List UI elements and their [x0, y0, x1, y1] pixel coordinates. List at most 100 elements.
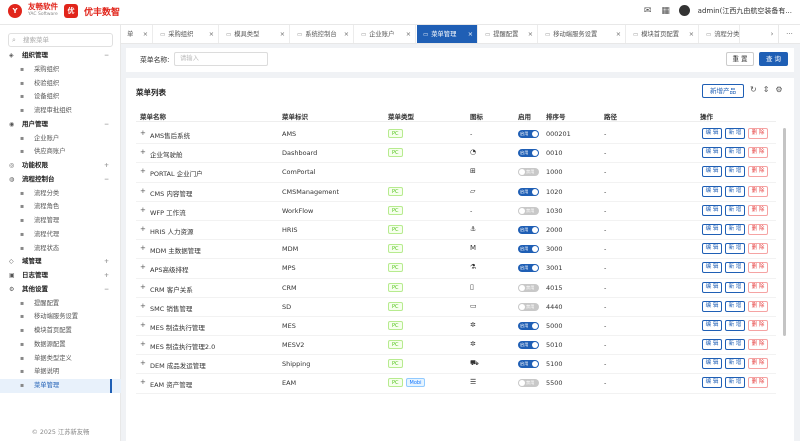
tab-item[interactable]: ▭ 移动端服务设置 ×: [539, 25, 626, 43]
enabled-toggle[interactable]: 启用: [518, 264, 539, 273]
sidebar-item[interactable]: ▪ 单据类型定义: [0, 352, 121, 366]
settings-icon[interactable]: ⚙: [775, 85, 782, 94]
delete-button[interactable]: 删 除: [748, 319, 768, 331]
edit-button[interactable]: 编 辑: [702, 377, 722, 389]
sidebar-item[interactable]: ▪ 移动端服务设置: [0, 310, 121, 324]
delete-button[interactable]: 删 除: [748, 300, 768, 312]
reset-button[interactable]: 重 置: [726, 52, 754, 66]
sidebar-group[interactable]: ◇ 域管理 +: [0, 255, 121, 269]
tab-item[interactable]: ▭ 流程分类: [700, 25, 740, 43]
tab-item[interactable]: ▭ 提醒配置 ×: [479, 25, 538, 43]
query-button[interactable]: 查 询: [759, 52, 788, 66]
add-child-button[interactable]: 新 增: [725, 223, 745, 235]
sidebar-item[interactable]: ▪ 流程审批组织: [0, 104, 121, 118]
add-child-button[interactable]: 新 增: [725, 166, 745, 178]
edit-button[interactable]: 编 辑: [702, 243, 722, 255]
sidebar-item[interactable]: ▪ 校验组织: [0, 77, 121, 91]
enabled-toggle[interactable]: 启用: [518, 130, 539, 138]
column-height-icon[interactable]: ⇕: [763, 85, 770, 94]
close-icon[interactable]: ×: [468, 25, 473, 43]
enabled-toggle[interactable]: 启用: [518, 149, 539, 158]
edit-button[interactable]: 编 辑: [702, 281, 722, 293]
add-child-button[interactable]: 新 增: [725, 262, 745, 274]
add-child-button[interactable]: 新 增: [725, 339, 745, 351]
sidebar-item[interactable]: ▪ 模块首页配置: [0, 324, 121, 338]
edit-button[interactable]: 编 辑: [702, 128, 722, 139]
expand-icon[interactable]: +: [140, 206, 146, 214]
delete-button[interactable]: 删 除: [748, 281, 768, 293]
close-icon[interactable]: ×: [689, 25, 694, 43]
tab-item[interactable]: ▭ 模块首页配置 ×: [627, 25, 699, 43]
close-icon[interactable]: ×: [209, 25, 214, 43]
edit-button[interactable]: 编 辑: [702, 204, 722, 216]
expand-icon[interactable]: +: [140, 167, 146, 175]
tab-item[interactable]: ▭ 系统控制台 ×: [291, 25, 354, 43]
sidebar-group[interactable]: ⚙ 其他设置 −: [0, 283, 121, 297]
tab-item[interactable]: ▭ 模具类型 ×: [220, 25, 290, 43]
delete-button[interactable]: 删 除: [748, 204, 768, 216]
expand-icon[interactable]: +: [140, 129, 146, 137]
menu-name-input[interactable]: 请输入: [174, 52, 268, 66]
add-product-button[interactable]: 新增产品: [702, 84, 744, 98]
close-icon[interactable]: ×: [528, 25, 533, 43]
expand-icon[interactable]: +: [140, 302, 146, 310]
more-icon[interactable]: ···: [778, 25, 800, 43]
close-icon[interactable]: ×: [143, 25, 148, 43]
delete-button[interactable]: 删 除: [748, 147, 768, 159]
expand-icon[interactable]: +: [140, 244, 146, 252]
add-child-button[interactable]: 新 增: [725, 243, 745, 255]
sidebar-item[interactable]: ▪ 流程管理: [0, 214, 121, 228]
close-icon[interactable]: ×: [616, 25, 621, 43]
enabled-toggle[interactable]: 启用: [518, 245, 539, 254]
enabled-toggle[interactable]: 启用: [518, 225, 539, 234]
add-child-button[interactable]: 新 增: [725, 300, 745, 312]
tab-item[interactable]: ▭ 菜单管理 ×: [417, 25, 478, 43]
delete-button[interactable]: 删 除: [748, 377, 768, 389]
sidebar-item[interactable]: ▪ 提醒配置: [0, 297, 121, 311]
sidebar-item[interactable]: ▪ 采购组织: [0, 63, 121, 77]
close-icon[interactable]: ×: [280, 25, 285, 43]
sidebar-item[interactable]: ▪ 流程状态: [0, 242, 121, 256]
sidebar-item[interactable]: ▪ 单据说明: [0, 365, 121, 379]
delete-button[interactable]: 删 除: [748, 243, 768, 255]
add-child-button[interactable]: 新 增: [725, 128, 745, 139]
delete-button[interactable]: 删 除: [748, 128, 768, 139]
edit-button[interactable]: 编 辑: [702, 223, 722, 235]
sidebar-group[interactable]: ◉ 用户管理 −: [0, 118, 121, 132]
add-child-button[interactable]: 新 增: [725, 319, 745, 331]
sidebar-item[interactable]: ▪ 菜单管理: [0, 379, 121, 393]
enabled-toggle[interactable]: 禁用: [518, 302, 539, 311]
delete-button[interactable]: 删 除: [748, 166, 768, 178]
expand-icon[interactable]: +: [140, 187, 146, 195]
sidebar-item[interactable]: ▪ 流程分类: [0, 187, 121, 201]
expand-icon[interactable]: +: [140, 321, 146, 329]
delete-button[interactable]: 删 除: [748, 262, 768, 274]
expand-icon[interactable]: +: [140, 359, 146, 367]
close-icon[interactable]: ×: [406, 25, 411, 43]
edit-button[interactable]: 编 辑: [702, 185, 722, 197]
sidebar-group[interactable]: ▣ 日志管理 +: [0, 269, 121, 283]
mail-icon[interactable]: ✉: [643, 6, 653, 16]
edit-button[interactable]: 编 辑: [702, 339, 722, 351]
delete-button[interactable]: 删 除: [748, 185, 768, 197]
sidebar-item[interactable]: ▪ 企业账户: [0, 132, 121, 146]
add-child-button[interactable]: 新 增: [725, 185, 745, 197]
refresh-icon[interactable]: ↻: [750, 85, 757, 94]
enabled-toggle[interactable]: 禁用: [518, 206, 539, 215]
add-child-button[interactable]: 新 增: [725, 147, 745, 159]
enabled-toggle[interactable]: 禁用: [518, 168, 539, 177]
grid-icon[interactable]: ▦: [661, 6, 671, 16]
enabled-toggle[interactable]: 启用: [518, 360, 539, 369]
edit-button[interactable]: 编 辑: [702, 147, 722, 159]
expand-icon[interactable]: +: [140, 148, 146, 156]
sidebar-item[interactable]: ▪ 供应商账户: [0, 145, 121, 159]
user-name[interactable]: admin(江西九由航空装备有...: [698, 6, 792, 16]
expand-icon[interactable]: +: [140, 378, 146, 386]
add-child-button[interactable]: 新 增: [725, 358, 745, 370]
delete-button[interactable]: 删 除: [748, 358, 768, 370]
avatar[interactable]: [678, 5, 690, 16]
expand-icon[interactable]: +: [140, 340, 146, 348]
enabled-toggle[interactable]: 启用: [518, 341, 539, 350]
edit-button[interactable]: 编 辑: [702, 319, 722, 331]
expand-icon[interactable]: +: [140, 283, 146, 291]
